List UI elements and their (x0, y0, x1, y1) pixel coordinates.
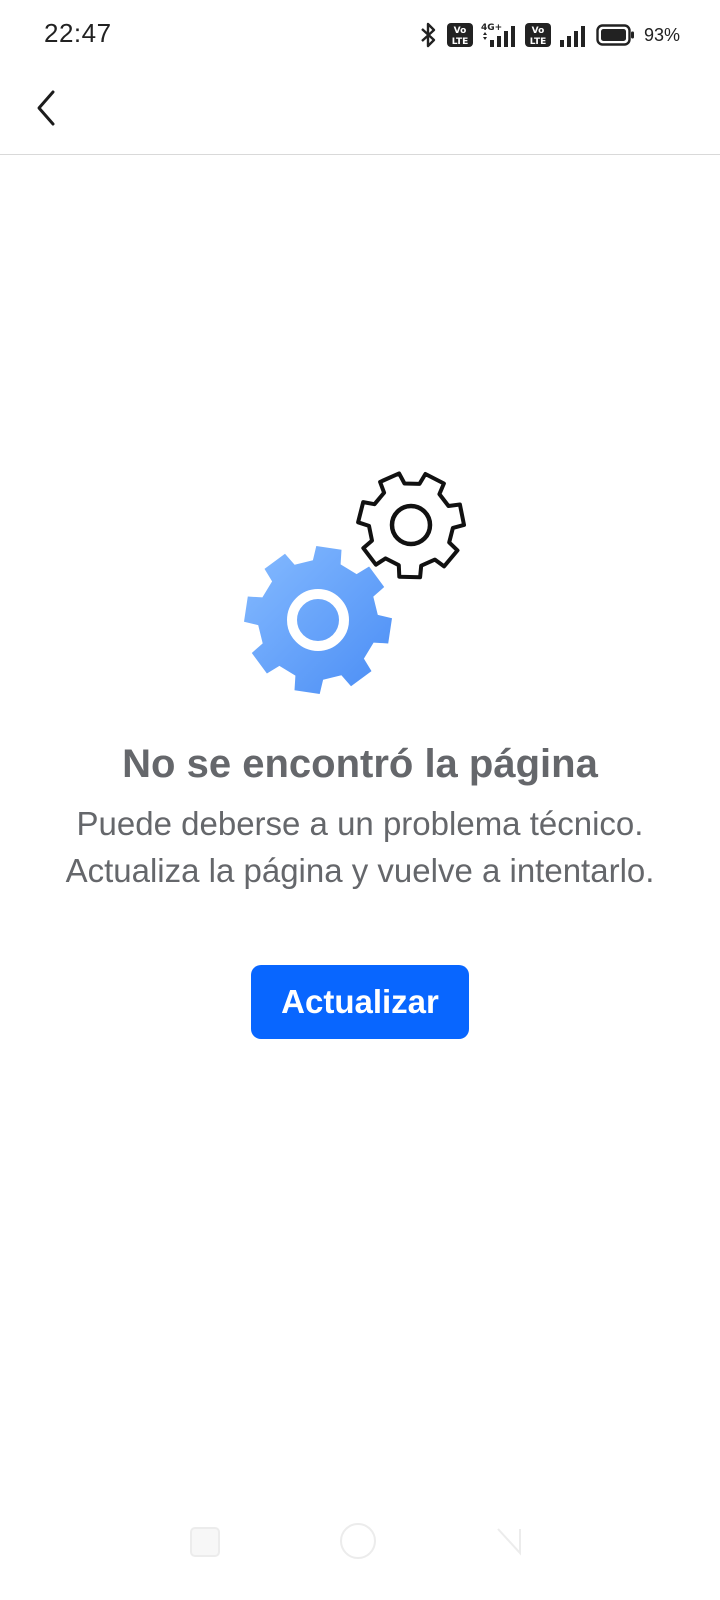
svg-text:4G+: 4G+ (481, 23, 502, 33)
svg-text:LTE: LTE (530, 37, 547, 47)
error-title: No se encontró la página (122, 742, 598, 786)
signal-4g-icon: 4G+ (480, 21, 518, 49)
status-bar: 22:47 Vo LTE 4G+ Vo LTE 93% (0, 0, 720, 70)
recent-apps-button[interactable] (190, 1527, 220, 1557)
volte-icon: Vo LTE (524, 22, 552, 48)
signal-icon (558, 21, 590, 49)
top-app-bar (0, 70, 720, 155)
svg-text:Vo: Vo (454, 26, 467, 36)
page-not-found-screen: 22:47 Vo LTE 4G+ Vo LTE 93% No se encont… (0, 0, 720, 1600)
gear-outline-icon (356, 471, 466, 580)
battery-icon (596, 23, 636, 47)
back-triangle-icon (497, 1528, 521, 1556)
system-back-button[interactable] (496, 1525, 524, 1562)
back-button[interactable] (22, 86, 70, 134)
settings-illustration (240, 470, 480, 710)
battery-percent: 93% (643, 24, 680, 45)
refresh-button[interactable]: Actualizar (251, 965, 469, 1039)
status-icons: Vo LTE 4G+ Vo LTE 93% (418, 20, 680, 50)
svg-text:Vo: Vo (532, 26, 545, 36)
error-message: Puede deberse a un problema técnico. Act… (65, 805, 655, 889)
status-time: 22:47 (44, 18, 112, 48)
gears-graphic (244, 471, 466, 694)
svg-text:LTE: LTE (452, 37, 469, 47)
volte-icon: Vo LTE (446, 22, 474, 48)
gear-blue-icon (244, 546, 392, 694)
system-nav-bar (0, 1515, 720, 1600)
home-button[interactable] (340, 1523, 376, 1559)
chevron-left-icon (33, 88, 59, 133)
bluetooth-icon (418, 21, 440, 49)
